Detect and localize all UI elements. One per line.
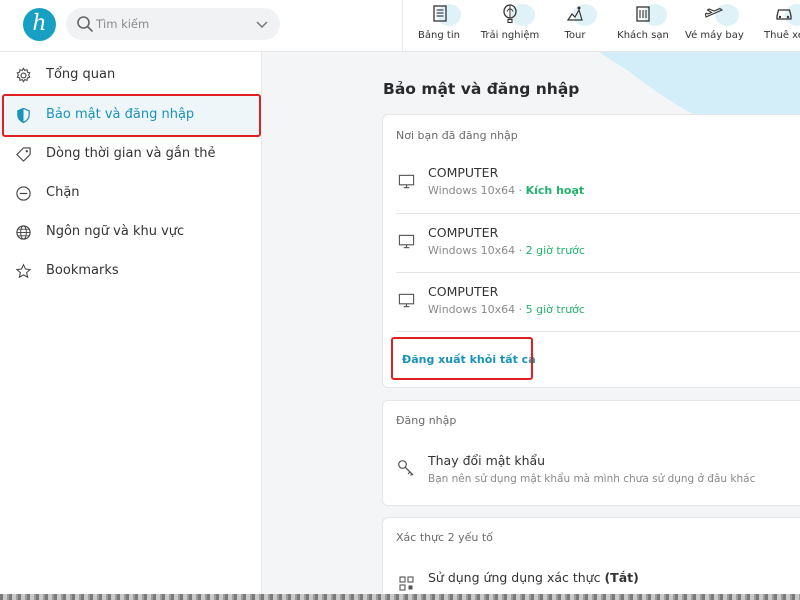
nav-tour-label: Tour xyxy=(564,30,586,41)
search-icon xyxy=(77,16,93,32)
nav-car-label: Thuê xe xyxy=(764,30,800,41)
nav-hotel-label: Khách sạn xyxy=(617,30,669,41)
session-item[interactable]: COMPUTER Windows 10x64 · 2 giờ trước xyxy=(396,220,800,278)
gear-icon xyxy=(16,67,31,83)
authenticator-app-state: (Tắt) xyxy=(604,570,639,585)
nav-news[interactable]: Bảng tin xyxy=(413,0,465,52)
desktop-icon xyxy=(398,174,415,189)
sidebar-item-label: Dòng thời gian và gắn thẻ xyxy=(46,146,216,161)
page-title: Bảo mật và đăng nhập xyxy=(383,80,580,98)
login-card: Đăng nhập Thay đổi mật khẩu Bạn nên sử d… xyxy=(382,400,800,506)
session-device: COMPUTER xyxy=(428,225,499,240)
globe-icon xyxy=(16,225,31,240)
session-meta: Windows 10x64 · Kích hoạt xyxy=(428,184,584,197)
nav-tour[interactable]: Tour xyxy=(555,0,597,52)
nav-hotel[interactable]: Khách sạn xyxy=(613,0,673,52)
tag-icon xyxy=(16,147,31,162)
sessions-heading: Nơi bạn đã đăng nhập xyxy=(396,129,518,142)
session-os: Windows 10x64 · xyxy=(428,184,526,197)
highlight-box xyxy=(2,94,261,137)
nav-experience-label: Trải nghiệm xyxy=(480,30,540,41)
session-device: COMPUTER xyxy=(428,284,499,299)
sidebar-item-bookmarks[interactable]: Bookmarks xyxy=(0,252,262,291)
tour-icon xyxy=(566,6,583,21)
top-nav: Bảng tin Trải nghiệm Tour Khách sạn Vé m… xyxy=(402,0,800,52)
login-heading: Đăng nhập xyxy=(396,414,457,427)
desktop-icon xyxy=(398,234,415,249)
session-item[interactable]: COMPUTER Windows 10x64 · 5 giờ trước xyxy=(396,279,800,337)
block-icon xyxy=(16,186,31,201)
logo[interactable]: h xyxy=(23,8,56,41)
search-box[interactable] xyxy=(66,8,280,40)
session-os: Windows 10x64 · xyxy=(428,244,526,257)
twofa-heading: Xác thực 2 yếu tố xyxy=(396,531,493,544)
top-bar: h Bảng tin xyxy=(0,0,800,52)
nav-car[interactable]: Thuê xe xyxy=(759,0,800,52)
balloon-icon xyxy=(503,4,517,24)
highlight-box xyxy=(391,337,533,380)
session-device: COMPUTER xyxy=(428,165,499,180)
session-status: 2 giờ trước xyxy=(525,244,585,257)
session-item[interactable]: COMPUTER Windows 10x64 · Kích hoạt xyxy=(396,160,800,218)
search-input[interactable] xyxy=(96,12,246,36)
change-password-link[interactable]: Thay đổi mật khẩu xyxy=(428,453,545,468)
sidebar-item-label: Tổng quan xyxy=(46,67,116,82)
desktop-icon xyxy=(398,293,415,308)
sidebar-item-overview[interactable]: Tổng quan xyxy=(0,56,262,95)
sidebar-item-label: Ngôn ngữ và khu vực xyxy=(46,224,185,239)
sidebar-item-language[interactable]: Ngôn ngữ và khu vực xyxy=(0,213,262,252)
session-status: Kích hoạt xyxy=(525,184,585,197)
change-password-hint: Bạn nên sử dụng mật khẩu mà mình chưa sử… xyxy=(428,473,756,485)
car-icon xyxy=(776,9,792,20)
star-icon xyxy=(15,263,32,279)
bottom-edge xyxy=(0,594,800,600)
session-os: Windows 10x64 · xyxy=(428,303,526,316)
sidebar-item-block[interactable]: Chặn xyxy=(0,174,262,213)
nav-news-label: Bảng tin xyxy=(418,30,460,41)
session-status: 5 giờ trước xyxy=(525,303,585,316)
plane-icon xyxy=(704,7,724,18)
news-icon xyxy=(433,5,447,22)
twofa-card: Xác thực 2 yếu tố Sử dụng ứng dụng xác t… xyxy=(382,517,800,600)
nav-flight-label: Vé máy bay xyxy=(685,30,744,41)
authenticator-app-label: Sử dụng ứng dụng xác thực xyxy=(428,570,601,585)
sidebar-item-label: Bookmarks xyxy=(46,263,119,278)
sidebar-item-timeline[interactable]: Dòng thời gian và gắn thẻ xyxy=(0,135,262,174)
session-meta: Windows 10x64 · 5 giờ trước xyxy=(428,303,585,316)
nav-experience[interactable]: Trải nghiệm xyxy=(475,0,545,52)
session-meta: Windows 10x64 · 2 giờ trước xyxy=(428,244,585,257)
authenticator-app-option[interactable]: Sử dụng ứng dụng xác thực (Tắt) xyxy=(428,570,639,585)
hotel-icon xyxy=(636,6,650,22)
divider xyxy=(396,331,800,332)
nav-flight[interactable]: Vé máy bay xyxy=(685,0,744,52)
divider xyxy=(396,213,800,214)
qr-icon xyxy=(399,576,414,591)
divider xyxy=(396,272,800,273)
sidebar-item-label: Chặn xyxy=(46,185,80,200)
key-icon xyxy=(398,460,414,476)
chevron-down-icon[interactable] xyxy=(256,21,268,29)
